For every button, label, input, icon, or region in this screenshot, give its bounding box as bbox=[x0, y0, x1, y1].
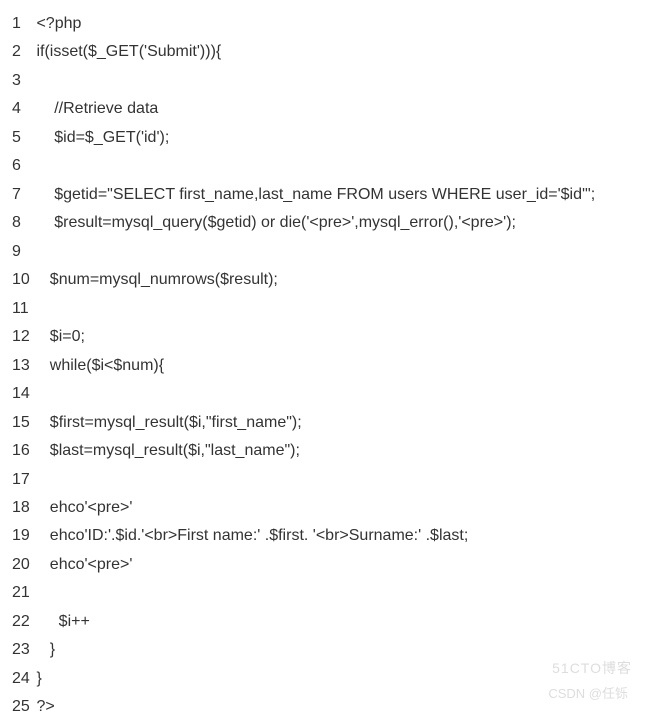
line-number: 20 bbox=[12, 551, 32, 579]
code-line: 14 bbox=[12, 380, 640, 408]
line-number: 8 bbox=[12, 209, 32, 237]
code-line: 8 $result=mysql_query($getid) or die('<p… bbox=[12, 209, 640, 237]
line-text: $i++ bbox=[36, 613, 89, 630]
line-text: while($i<$num){ bbox=[36, 357, 164, 374]
line-number: 25 bbox=[12, 693, 32, 721]
line-number: 12 bbox=[12, 323, 32, 351]
code-line: 11 bbox=[12, 295, 640, 323]
line-number: 5 bbox=[12, 124, 32, 152]
line-number: 9 bbox=[12, 238, 32, 266]
line-number: 6 bbox=[12, 152, 32, 180]
code-line: 2 if(isset($_GET('Submit'))){ bbox=[12, 38, 640, 66]
code-line: 1 <?php bbox=[12, 10, 640, 38]
code-line: 17 bbox=[12, 466, 640, 494]
line-number: 23 bbox=[12, 636, 32, 664]
line-number: 1 bbox=[12, 10, 32, 38]
code-line: 20 ehco'<pre>' bbox=[12, 551, 640, 579]
line-text: //Retrieve data bbox=[36, 100, 158, 117]
line-number: 13 bbox=[12, 352, 32, 380]
line-text: ehco'<pre>' bbox=[36, 499, 132, 516]
line-number: 4 bbox=[12, 95, 32, 123]
line-number: 17 bbox=[12, 466, 32, 494]
code-line: 7 $getid="SELECT first_name,last_name FR… bbox=[12, 181, 640, 209]
code-line: 16 $last=mysql_result($i,"last_name"); bbox=[12, 437, 640, 465]
code-block: 1 <?php 2 if(isset($_GET('Submit'))){ 3 … bbox=[12, 10, 640, 722]
code-line: 6 bbox=[12, 152, 640, 180]
code-line: 9 bbox=[12, 238, 640, 266]
line-text: $getid="SELECT first_name,last_name FROM… bbox=[36, 186, 595, 203]
line-text: } bbox=[36, 670, 41, 687]
line-number: 19 bbox=[12, 522, 32, 550]
code-line: 23 } bbox=[12, 636, 640, 664]
line-number: 22 bbox=[12, 608, 32, 636]
code-line: 5 $id=$_GET('id'); bbox=[12, 124, 640, 152]
line-text: ehco'<pre>' bbox=[36, 556, 132, 573]
code-line: 24 } bbox=[12, 665, 640, 693]
code-line: 15 $first=mysql_result($i,"first_name"); bbox=[12, 409, 640, 437]
code-line: 19 ehco'ID:'.$id.'<br>First name:' .$fir… bbox=[12, 522, 640, 550]
code-line: 13 while($i<$num){ bbox=[12, 352, 640, 380]
line-text: $id=$_GET('id'); bbox=[36, 129, 169, 146]
line-text: $result=mysql_query($getid) or die('<pre… bbox=[36, 214, 516, 231]
line-text: $num=mysql_numrows($result); bbox=[36, 271, 277, 288]
line-text: <?php bbox=[36, 15, 81, 32]
line-text: ehco'ID:'.$id.'<br>First name:' .$first.… bbox=[36, 527, 468, 544]
line-number: 2 bbox=[12, 38, 32, 66]
line-number: 21 bbox=[12, 579, 32, 607]
code-line: 12 $i=0; bbox=[12, 323, 640, 351]
code-line: 22 $i++ bbox=[12, 608, 640, 636]
line-text: $last=mysql_result($i,"last_name"); bbox=[36, 442, 299, 459]
code-line: 25 ?> bbox=[12, 693, 640, 721]
line-number: 3 bbox=[12, 67, 32, 95]
line-text: $i=0; bbox=[36, 328, 84, 345]
line-number: 7 bbox=[12, 181, 32, 209]
line-text: ?> bbox=[36, 698, 54, 715]
line-text: } bbox=[36, 641, 55, 658]
code-line: 3 bbox=[12, 67, 640, 95]
code-line: 21 bbox=[12, 579, 640, 607]
line-number: 18 bbox=[12, 494, 32, 522]
code-line: 10 $num=mysql_numrows($result); bbox=[12, 266, 640, 294]
code-line: 4 //Retrieve data bbox=[12, 95, 640, 123]
line-number: 11 bbox=[12, 295, 32, 323]
line-number: 10 bbox=[12, 266, 32, 294]
code-line: 18 ehco'<pre>' bbox=[12, 494, 640, 522]
line-number: 16 bbox=[12, 437, 32, 465]
line-text: if(isset($_GET('Submit'))){ bbox=[36, 43, 221, 60]
line-number: 24 bbox=[12, 665, 32, 693]
line-number: 15 bbox=[12, 409, 32, 437]
line-text: $first=mysql_result($i,"first_name"); bbox=[36, 414, 301, 431]
line-number: 14 bbox=[12, 380, 32, 408]
